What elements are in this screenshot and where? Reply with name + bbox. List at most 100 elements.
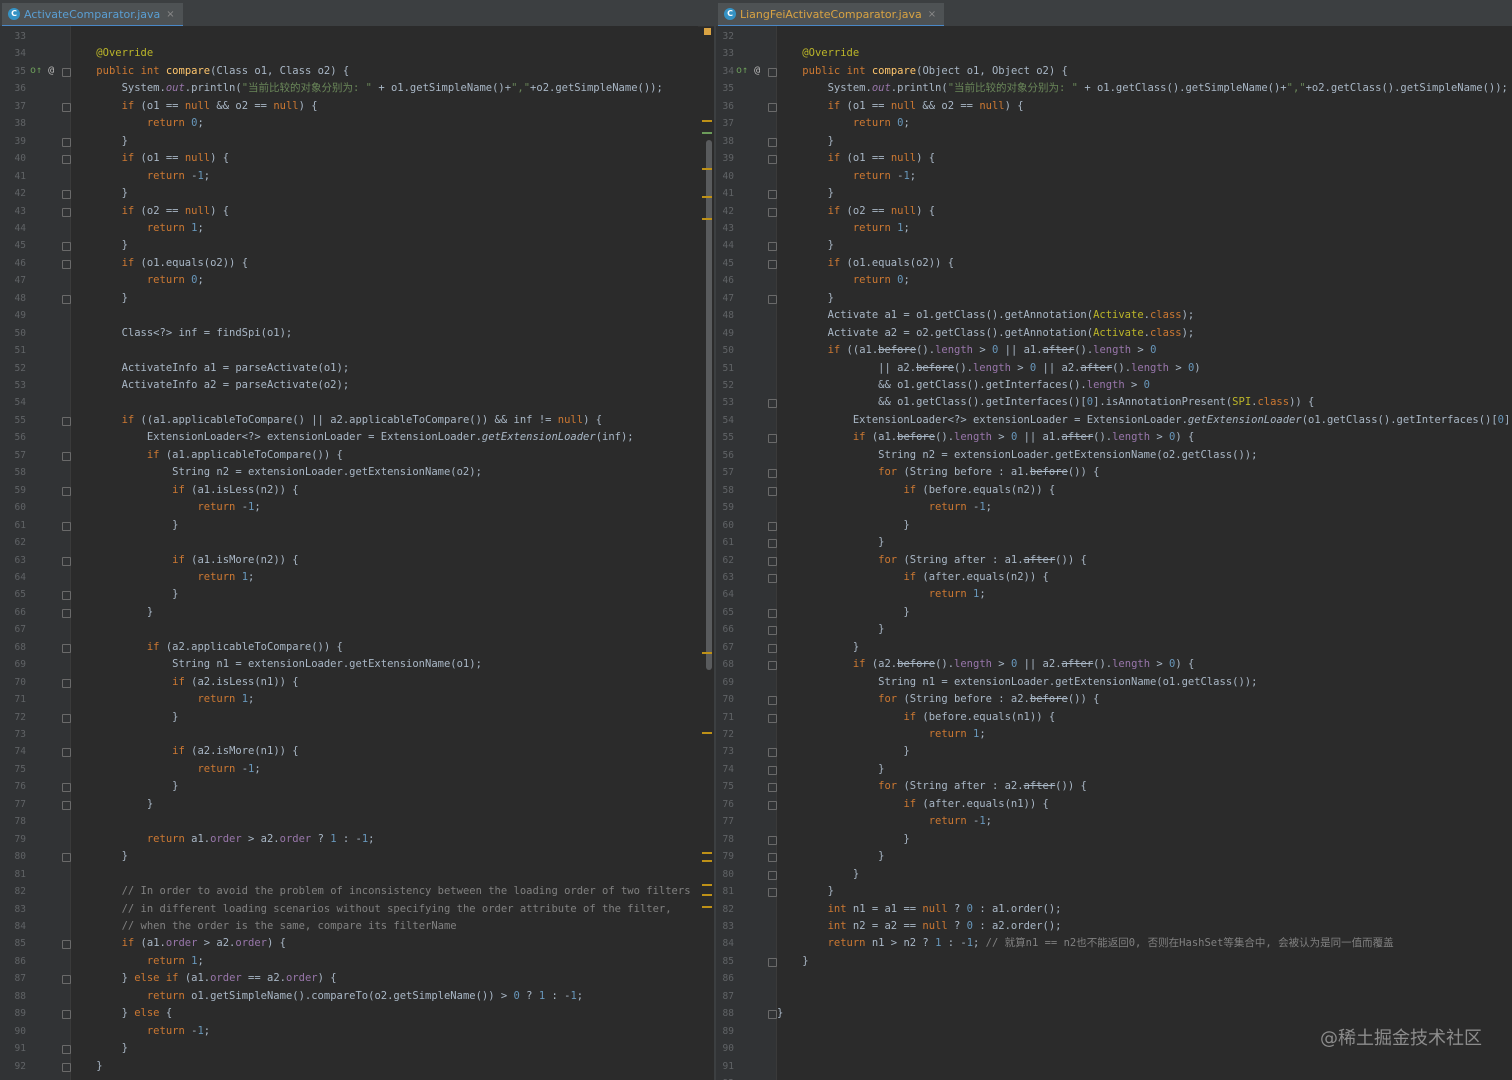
code-line[interactable]: } [71, 237, 698, 254]
left-code-area[interactable]: @Override public int compare(Class o1, C… [71, 26, 698, 1080]
fold-toggle-icon[interactable] [62, 521, 71, 531]
fold-toggle-icon[interactable] [768, 242, 777, 252]
code-line[interactable]: return 1; [71, 953, 698, 970]
fold-toggle-icon[interactable] [62, 137, 71, 147]
code-line[interactable]: } [777, 639, 1512, 656]
code-line[interactable]: return 1; [71, 569, 698, 586]
code-line[interactable]: } [777, 604, 1512, 621]
right-editor-pane[interactable]: C LiangFeiActivateComparator.java × 32 33… [716, 0, 1512, 1080]
fold-toggle-icon[interactable] [768, 469, 777, 479]
fold-toggle-icon[interactable] [62, 242, 71, 252]
fold-toggle-icon[interactable] [768, 556, 777, 566]
code-line[interactable]: return -1; [71, 499, 698, 516]
code-line[interactable]: return -1; [71, 168, 698, 185]
fold-toggle-icon[interactable] [62, 67, 71, 77]
code-line[interactable]: } [777, 290, 1512, 307]
code-line[interactable]: for (String before : a1.before()) { [777, 464, 1512, 481]
fold-toggle-icon[interactable] [768, 102, 777, 112]
fold-toggle-icon[interactable] [768, 957, 777, 967]
code-line[interactable]: if (o1 == null && o2 == null) { [777, 98, 1512, 115]
code-line[interactable]: return 0; [71, 272, 698, 289]
code-line[interactable]: } [71, 709, 698, 726]
fold-toggle-icon[interactable] [768, 853, 777, 863]
code-line[interactable]: } [777, 534, 1512, 551]
change-marker[interactable] [702, 732, 712, 734]
code-line[interactable] [777, 970, 1512, 987]
code-line[interactable]: } [71, 185, 698, 202]
code-line[interactable]: return 0; [71, 115, 698, 132]
code-line[interactable] [777, 1058, 1512, 1075]
code-line[interactable]: } [777, 517, 1512, 534]
fold-toggle-icon[interactable] [62, 102, 71, 112]
code-line[interactable] [71, 394, 698, 411]
code-line[interactable]: } [71, 586, 698, 603]
fold-toggle-icon[interactable] [768, 1010, 777, 1020]
code-line[interactable]: } [71, 848, 698, 865]
fold-toggle-icon[interactable] [768, 783, 777, 793]
code-line[interactable]: if (o1 == null) { [71, 150, 698, 167]
code-line[interactable] [71, 813, 698, 830]
code-line[interactable]: } [777, 761, 1512, 778]
code-line[interactable]: if (o2 == null) { [71, 203, 698, 220]
code-line[interactable] [71, 342, 698, 359]
fold-toggle-icon[interactable] [62, 591, 71, 601]
code-line[interactable]: if (a2.applicableToCompare()) { [71, 639, 698, 656]
code-line[interactable]: // when the order is the same, compare i… [71, 918, 698, 935]
code-line[interactable]: } [777, 883, 1512, 900]
code-line[interactable]: if ((a1.before().length > 0 || a1.after(… [777, 342, 1512, 359]
fold-toggle-icon[interactable] [768, 870, 777, 880]
code-line[interactable]: return -1; [777, 813, 1512, 830]
code-line[interactable]: if (o2 == null) { [777, 203, 1512, 220]
fold-toggle-icon[interactable] [768, 713, 777, 723]
code-line[interactable]: && o1.getClass().getInterfaces().length … [777, 377, 1512, 394]
code-line[interactable]: } [71, 778, 698, 795]
fold-toggle-icon[interactable] [62, 416, 71, 426]
code-line[interactable]: Activate a1 = o1.getClass().getAnnotatio… [777, 307, 1512, 324]
change-marker[interactable] [702, 852, 712, 854]
fold-toggle-icon[interactable] [768, 521, 777, 531]
code-line[interactable]: } [777, 621, 1512, 638]
code-line[interactable]: ActivateInfo a1 = parseActivate(o1); [71, 360, 698, 377]
fold-toggle-icon[interactable] [62, 643, 71, 653]
fold-toggle-icon[interactable] [62, 1010, 71, 1020]
code-line[interactable]: return o1.getSimpleName().compareTo(o2.g… [71, 988, 698, 1005]
code-line[interactable]: return -1; [71, 761, 698, 778]
fold-toggle-icon[interactable] [768, 539, 777, 549]
code-line[interactable] [71, 726, 698, 743]
code-line[interactable]: System.out.println("当前比较的对象分别为: " + o1.g… [777, 80, 1512, 97]
code-line[interactable]: } else { [71, 1005, 698, 1022]
code-line[interactable]: return -1; [777, 168, 1512, 185]
code-line[interactable]: for (String after : a2.after()) { [777, 778, 1512, 795]
code-line[interactable] [71, 28, 698, 45]
code-line[interactable]: String n2 = extensionLoader.getExtension… [777, 447, 1512, 464]
fold-toggle-icon[interactable] [62, 783, 71, 793]
code-line[interactable]: Class<?> inf = findSpi(o1); [71, 325, 698, 342]
close-icon[interactable]: × [166, 9, 174, 20]
code-line[interactable]: for (String before : a2.before()) { [777, 691, 1512, 708]
code-line[interactable]: if (after.equals(n2)) { [777, 569, 1512, 586]
code-line[interactable]: } [777, 831, 1512, 848]
change-marker[interactable] [702, 860, 712, 862]
fold-toggle-icon[interactable] [62, 1062, 71, 1072]
fold-toggle-icon[interactable] [62, 486, 71, 496]
code-line[interactable]: || a2.before().length > 0 || a2.after().… [777, 360, 1512, 377]
change-marker[interactable] [702, 168, 712, 170]
fold-toggle-icon[interactable] [768, 434, 777, 444]
fold-toggle-icon[interactable] [768, 207, 777, 217]
fold-toggle-icon[interactable] [62, 800, 71, 810]
fold-toggle-icon[interactable] [62, 259, 71, 269]
code-line[interactable]: if ((a1.applicableToCompare() || a2.appl… [71, 412, 698, 429]
code-line[interactable]: } [777, 185, 1512, 202]
fold-toggle-icon[interactable] [62, 853, 71, 863]
code-line[interactable]: if (a1.isLess(n2)) { [71, 482, 698, 499]
code-line[interactable]: @Override [777, 45, 1512, 62]
code-line[interactable]: if (before.equals(n2)) { [777, 482, 1512, 499]
fold-toggle-icon[interactable] [768, 765, 777, 775]
code-line[interactable]: if (a2.isMore(n1)) { [71, 743, 698, 760]
fold-toggle-icon[interactable] [62, 294, 71, 304]
code-line[interactable]: } [71, 796, 698, 813]
fold-toggle-icon[interactable] [768, 888, 777, 898]
code-line[interactable]: return 1; [777, 726, 1512, 743]
code-line[interactable]: String n1 = extensionLoader.getExtension… [71, 656, 698, 673]
code-line[interactable]: if (after.equals(n1)) { [777, 796, 1512, 813]
